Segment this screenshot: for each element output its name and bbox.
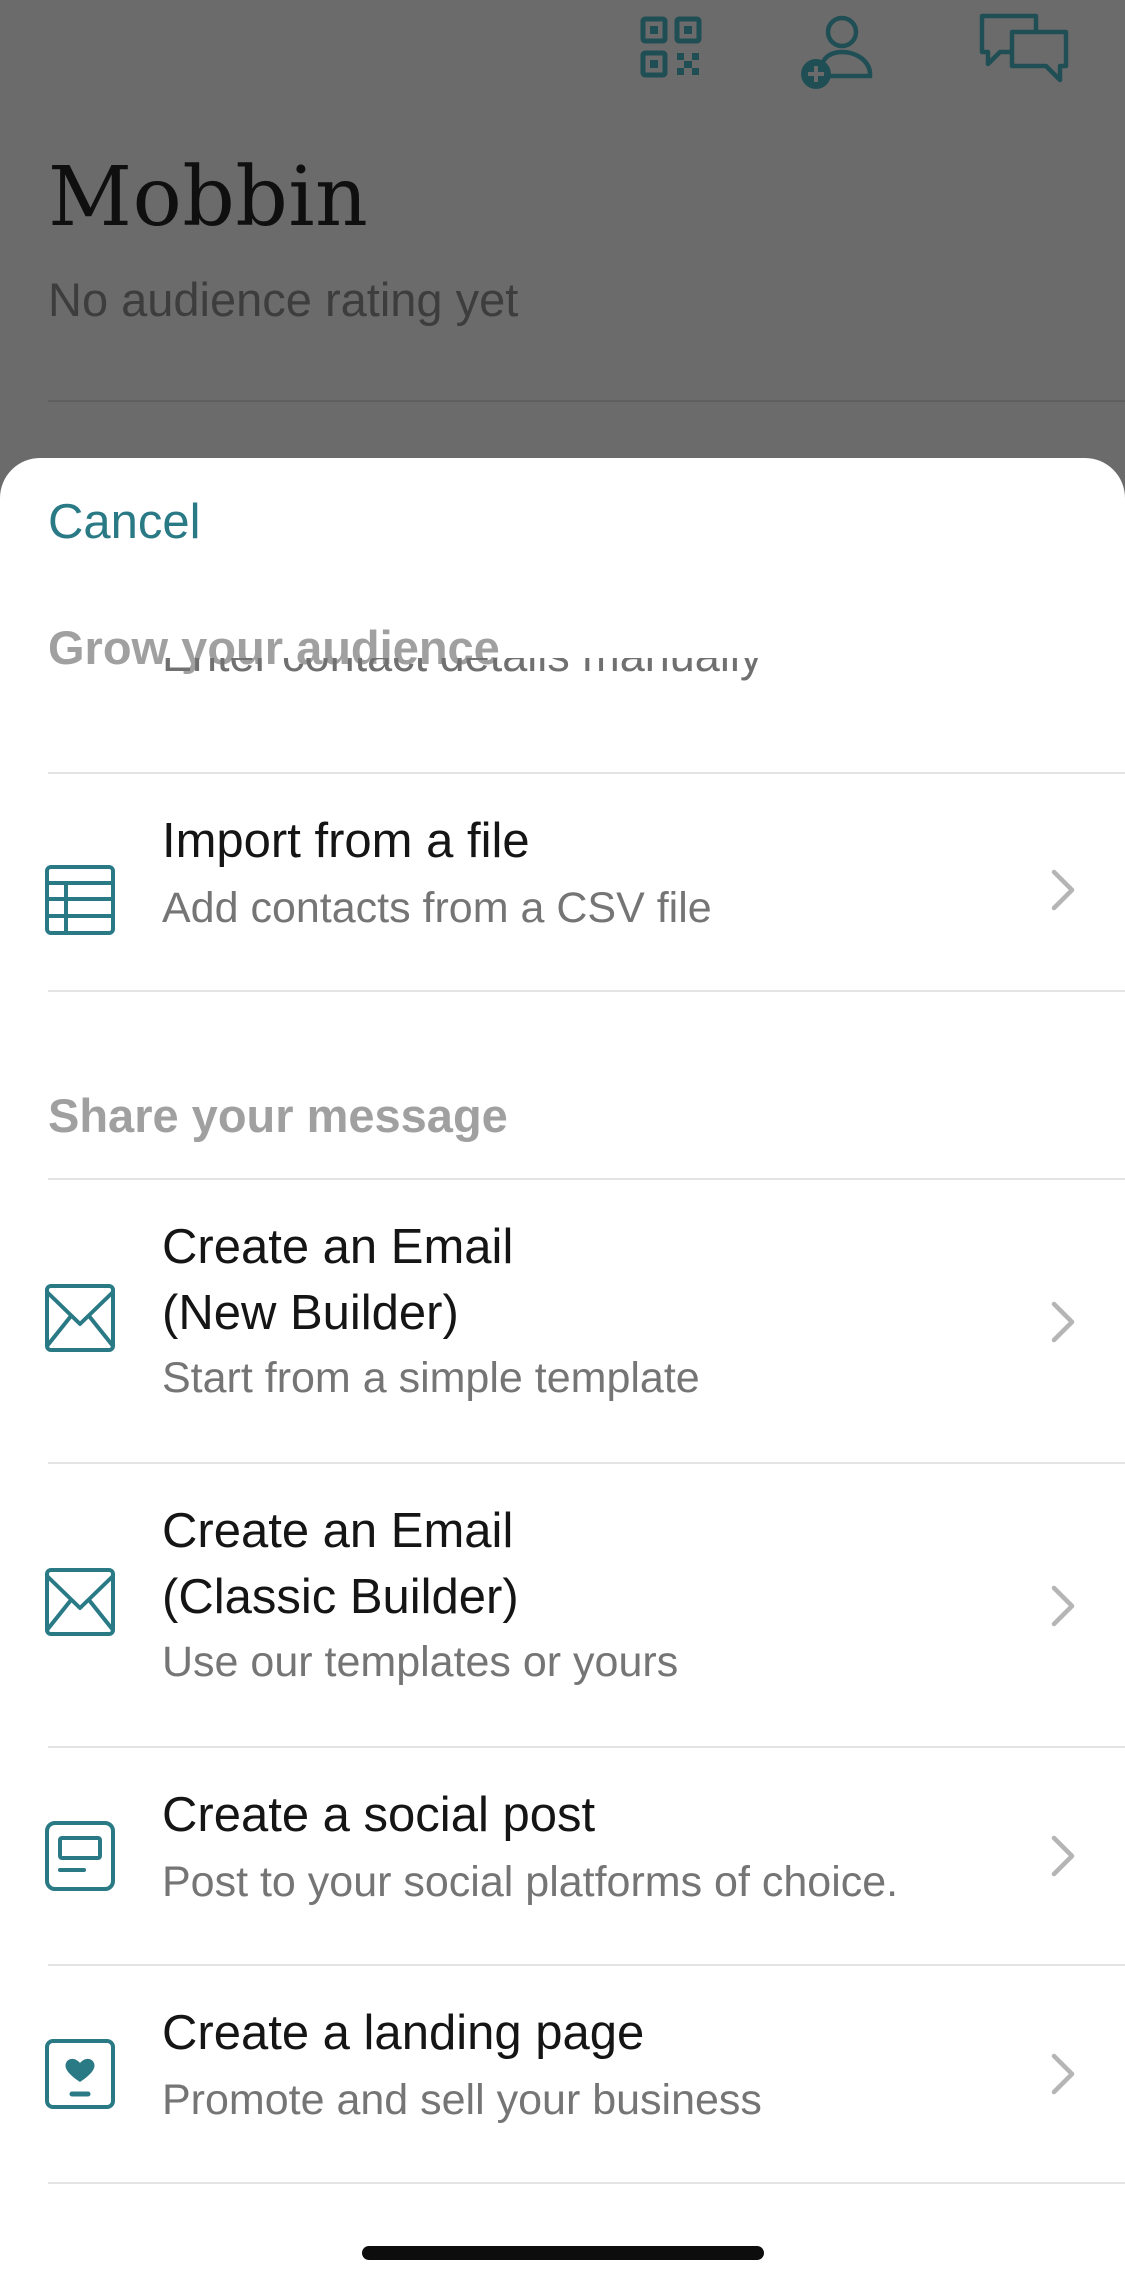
chevron-right-icon [1048, 2052, 1078, 2096]
add-contact-icon[interactable] [798, 14, 874, 90]
audience-rating: No audience rating yet [48, 273, 519, 326]
divider [48, 2182, 1125, 2184]
chevron-right-icon [1048, 1834, 1078, 1878]
list-item-email-classic-builder[interactable]: Create an Email (Classic Builder) Use ou… [0, 1464, 1125, 1746]
chat-icon[interactable] [978, 10, 1070, 86]
section-header-share-message: Share your message [48, 1089, 508, 1142]
action-sheet: Cancel Grow your audience Enter contact … [0, 458, 1125, 2284]
social-post-icon [44, 1820, 116, 1892]
cancel-button[interactable]: Cancel [48, 494, 201, 550]
chevron-right-icon [1048, 1300, 1078, 1344]
table-icon [44, 864, 116, 936]
list-item-subtitle: Start from a simple template [162, 1354, 700, 1402]
list-item-subtitle: Use our templates or yours [162, 1638, 679, 1686]
list-item-subtitle: Promote and sell your business [162, 2076, 762, 2124]
list-item-title-line-2: (Classic Builder) [162, 1570, 519, 1624]
list-item-subtitle: Post to your social platforms of choice. [162, 1858, 899, 1906]
home-indicator[interactable] [362, 2246, 764, 2260]
envelope-icon [44, 1566, 116, 1638]
list-item-title-line-2: (New Builder) [162, 1286, 459, 1340]
list-item-subtitle: Add contacts from a CSV file [162, 884, 712, 932]
chevron-right-icon [1048, 1584, 1078, 1628]
list-item-title-line-1: Create an Email [162, 1504, 514, 1558]
list-item-title: Create a social post [162, 1788, 596, 1842]
list-item-title: Create a landing page [162, 2006, 645, 2060]
divider [48, 990, 1125, 992]
top-toolbar [0, 10, 1125, 100]
list-item-social-post[interactable]: Create a social post Post to your social… [0, 1748, 1125, 1964]
list-item-email-new-builder[interactable]: Create an Email (New Builder) Start from… [0, 1180, 1125, 1462]
landing-page-icon [44, 2038, 116, 2110]
account-name: Mobbin [48, 150, 369, 245]
list-item-landing-page[interactable]: Create a landing page Promote and sell y… [0, 1966, 1125, 2182]
list-item-import-file[interactable]: Import from a file Add contacts from a C… [0, 774, 1125, 990]
list-item-subtitle: Enter contact details manually [162, 658, 762, 682]
chevron-right-icon [1048, 868, 1078, 912]
envelope-icon [44, 1282, 116, 1354]
list-item-title-line-1: Create an Email [162, 1220, 514, 1274]
background-divider [48, 400, 1125, 402]
list-item-enter-contacts-clipped[interactable]: Enter contact details manually [162, 658, 1062, 688]
qr-code-icon[interactable] [640, 16, 702, 78]
list-item-title: Import from a file [162, 814, 530, 868]
